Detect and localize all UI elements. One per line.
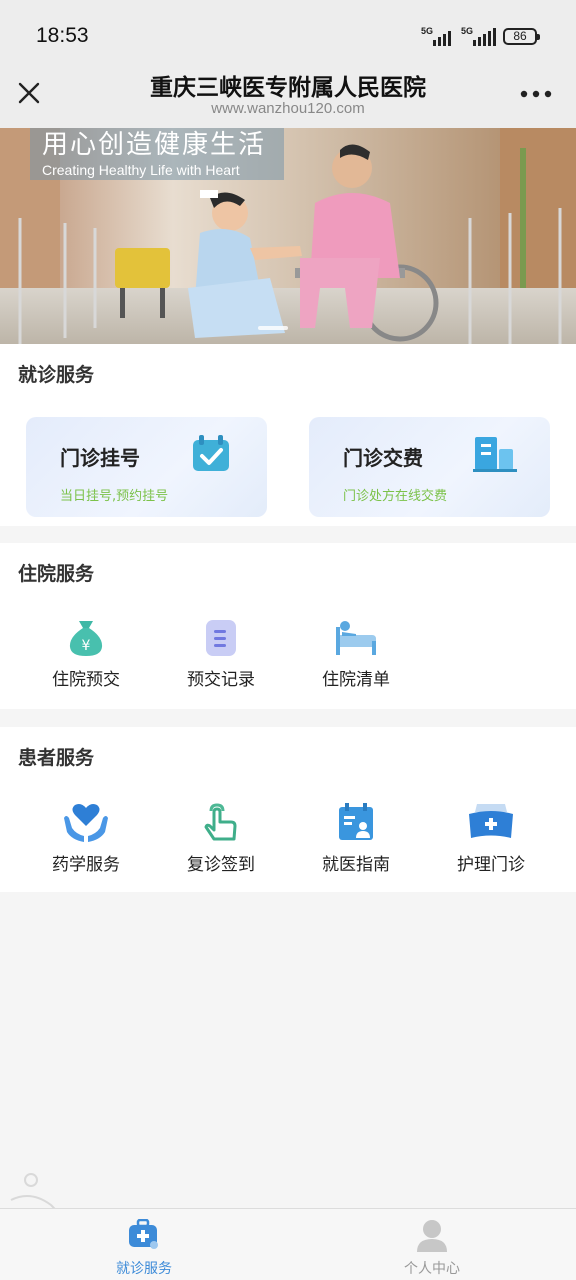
building-icon [473,437,517,472]
more-icon[interactable] [520,90,552,98]
tab-visit-services[interactable]: 就诊服务 [74,1209,214,1280]
network-type: 5G [421,26,434,36]
section-title: 患者服务 [18,747,95,769]
grid-item-followup-checkin[interactable]: 复诊签到 [153,802,289,875]
grid-item-prepay-records[interactable]: 预交记录 [153,619,289,690]
card-title: 门诊交费 [343,446,423,470]
outpatient-registration-card[interactable]: 门诊挂号 当日挂号,预约挂号 [26,417,267,517]
money-bag-icon: ¥ [69,621,103,656]
banner-caption: 用心创造健康生活 Creating Healthy Life with Hear… [30,128,284,180]
finger-tap-icon [204,803,237,841]
carousel-indicator [258,326,288,330]
inpatient-services-section: 住院服务 ¥ 住院预交 预交记录 住院清单 [0,543,576,709]
status-bar: 18:53 5G 5G 86 [0,0,576,66]
grid-item-inpatient-bill[interactable]: 住院清单 [288,619,424,690]
record-list-icon [206,620,236,656]
card-subtitle: 门诊处方在线交费 [343,489,448,504]
grid-item-label: 住院清单 [322,670,390,690]
banner-subline: Creating Healthy Life with Heart [42,162,240,178]
banner-carousel[interactable]: 用心创造健康生活 Creating Healthy Life with Hear… [0,128,576,344]
battery-icon: 86 [503,28,540,45]
page-title: 重庆三峡医专附属人民医院 [150,75,426,101]
status-time: 18:53 [36,24,89,47]
heart-hands-icon [64,804,108,842]
network-type-2: 5G [461,26,474,36]
hospital-bed-icon [336,621,376,655]
nav-bar: 重庆三峡医专附属人民医院 www.wanzhou120.com [0,66,576,128]
grid-item-label: 护理门诊 [457,855,525,875]
card-title: 门诊挂号 [60,446,140,470]
tab-personal-center[interactable]: 个人中心 [362,1209,502,1280]
grid-item-inpatient-prepay[interactable]: ¥ 住院预交 [18,619,154,690]
visit-services-section: 就诊服务 门诊挂号 当日挂号,预约挂号 门诊交费 门诊处方在线交费 [0,344,576,526]
grid-item-label: 预交记录 [187,670,255,690]
grid-item-label: 就医指南 [322,855,390,875]
medical-kit-icon [129,1219,158,1249]
grid-item-medical-guide[interactable]: 就医指南 [288,802,424,875]
section-title: 住院服务 [18,563,95,585]
section-title: 就诊服务 [18,364,95,386]
guide-calendar-icon [339,803,373,840]
svg-text:¥: ¥ [82,638,91,654]
grid-item-label: 药学服务 [52,855,120,875]
page-url: www.wanzhou120.com [211,100,365,117]
nurse-cap-icon [469,804,513,838]
grid-item-label: 住院预交 [52,670,120,690]
tab-label: 就诊服务 [116,1261,172,1277]
card-subtitle: 当日挂号,预约挂号 [60,489,169,504]
patient-services-section: 患者服务 药学服务 复诊签到 就医指南 护理门诊 [0,727,576,892]
grid-item-nursing-clinic[interactable]: 护理门诊 [423,802,559,875]
outpatient-payment-card[interactable]: 门诊交费 门诊处方在线交费 [309,417,550,517]
calendar-check-icon [193,435,229,471]
grid-item-label: 复诊签到 [187,855,255,875]
banner-headline: 用心创造健康生活 [42,130,267,160]
tab-bar: 就诊服务 个人中心 [0,1208,576,1280]
tab-label: 个人中心 [404,1261,460,1277]
user-icon [417,1220,447,1252]
grid-item-pharmacy-service[interactable]: 药学服务 [18,802,154,875]
battery-level: 86 [513,29,527,43]
